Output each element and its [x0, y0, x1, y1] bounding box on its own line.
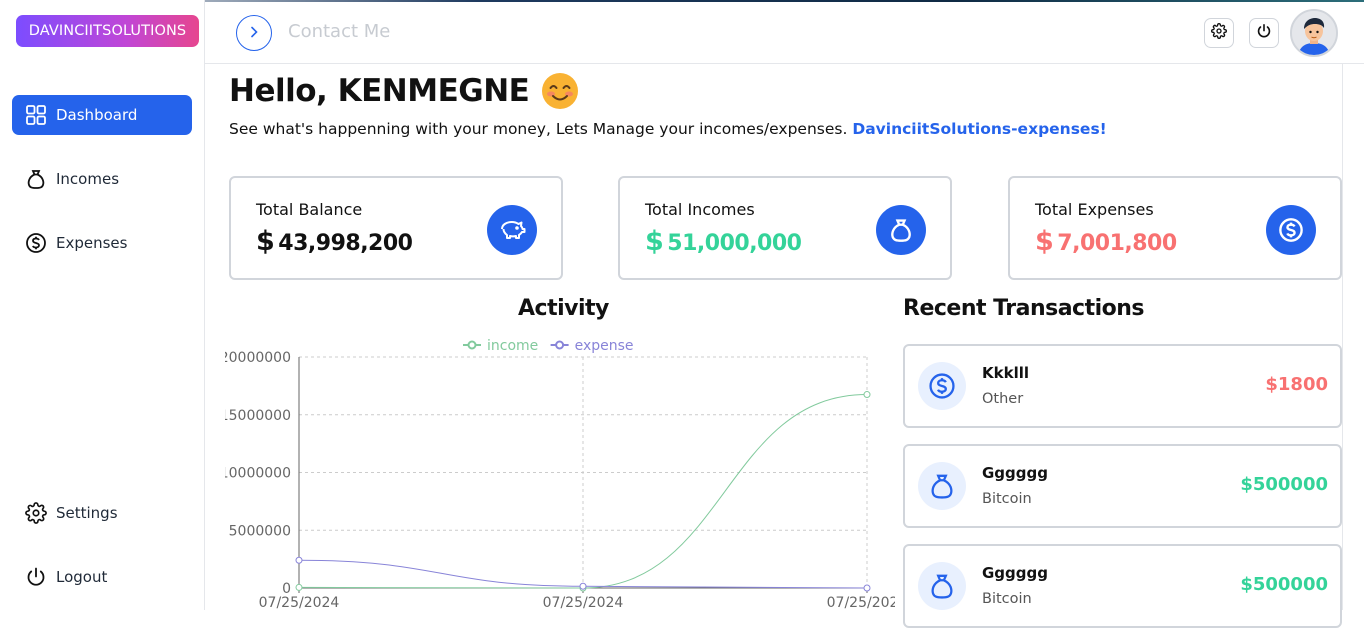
sidebar-item-expenses[interactable]: Expenses	[12, 223, 192, 263]
total-expenses-card: Total Expenses $7,001,800	[1008, 176, 1342, 280]
sidebar-item-label: Dashboard	[56, 106, 138, 124]
y-tick-label: 10000000	[225, 466, 291, 482]
contact-me-link[interactable]: Contact Me	[288, 21, 390, 42]
scrollbar[interactable]	[1342, 64, 1343, 610]
card-label: Total Expenses	[1035, 200, 1154, 219]
data-point-income	[295, 583, 303, 591]
total-balance-card: Total Balance $43,998,200	[229, 176, 563, 280]
dollar-circle-icon	[25, 232, 47, 254]
transaction-item[interactable]: Kkklll Other $1800	[903, 344, 1342, 428]
sidebar-item-settings[interactable]: Settings	[12, 493, 192, 533]
chevron-right-icon	[247, 24, 261, 43]
data-point-expense	[863, 584, 871, 592]
transaction-category: Bitcoin	[982, 591, 1032, 607]
legend-label-income: income	[487, 338, 538, 354]
legend-marker-expense	[555, 340, 565, 350]
x-tick-label: 07/25/2024	[259, 595, 340, 610]
y-tick-label: 5000000	[229, 523, 291, 539]
activity-chart: 0 5000000 10000000 15000000 20000000 07/25/20…	[225, 330, 895, 610]
sidebar-item-label: Expenses	[56, 234, 128, 252]
sidebar-item-label: Incomes	[56, 170, 120, 188]
legend-marker-income	[467, 340, 477, 350]
grid-icon	[25, 104, 47, 126]
page-title: Hello, KENMEGNE	[229, 72, 579, 110]
dollar-circle-icon	[918, 362, 966, 410]
power-icon	[1256, 23, 1272, 43]
smiling-face-icon	[541, 72, 579, 110]
sidebar-item-dashboard[interactable]: Dashboard	[12, 95, 192, 135]
x-tick-label: 07/25/2024	[827, 595, 895, 610]
legend-label-expense: expense	[575, 338, 634, 354]
gear-icon	[25, 502, 47, 524]
sidebar-item-label: Logout	[56, 568, 108, 586]
activity-chart-svg: 0500000010000000150000002000000007/25/20…	[225, 338, 895, 610]
total-incomes-card: Total Incomes $51,000,000	[618, 176, 952, 280]
sidebar-item-label: Settings	[56, 504, 118, 522]
sidebar-toggle-button[interactable]	[236, 15, 272, 51]
avatar[interactable]	[1290, 9, 1338, 57]
power-icon	[25, 566, 47, 588]
sidebar-item-incomes[interactable]: Incomes	[12, 159, 192, 199]
brand-logo[interactable]: DAVINCIITSOLUTIONS	[16, 15, 199, 47]
money-bag-icon	[918, 462, 966, 510]
money-bag-icon	[25, 168, 47, 190]
card-amount: $43,998,200	[256, 226, 413, 257]
brand-link[interactable]: DavinciitSolutions-expenses!	[852, 120, 1106, 138]
transaction-amount: $500000	[1240, 574, 1328, 595]
data-point-income	[863, 391, 871, 399]
money-bag-icon	[876, 205, 926, 255]
sidebar: DAVINCIITSOLUTIONS Dashboard Incomes Exp…	[0, 0, 205, 610]
transaction-name: Gggggg	[982, 564, 1048, 582]
transaction-amount: $1800	[1265, 374, 1328, 395]
power-button[interactable]	[1249, 18, 1279, 48]
transaction-category: Other	[982, 391, 1024, 407]
settings-button[interactable]	[1204, 18, 1234, 48]
gear-icon	[1211, 23, 1227, 43]
y-tick-label: 20000000	[225, 350, 291, 366]
dollar-circle-icon	[1266, 205, 1316, 255]
topbar: Contact Me	[205, 0, 1364, 64]
transaction-category: Bitcoin	[982, 491, 1032, 507]
piggy-bank-icon	[487, 205, 537, 255]
money-bag-icon	[918, 562, 966, 610]
transaction-name: Gggggg	[982, 464, 1048, 482]
sidebar-item-logout[interactable]: Logout	[12, 557, 192, 597]
card-amount: $7,001,800	[1035, 226, 1177, 257]
card-label: Total Balance	[256, 200, 363, 219]
card-label: Total Incomes	[645, 200, 755, 219]
data-point-expense	[579, 582, 587, 590]
card-amount: $51,000,000	[645, 226, 802, 257]
transaction-item[interactable]: Gggggg Bitcoin $500000	[903, 444, 1342, 528]
recent-transactions-title: Recent Transactions	[903, 296, 1145, 321]
activity-title: Activity	[518, 296, 609, 321]
transaction-item[interactable]: Gggggg Bitcoin $500000	[903, 544, 1342, 628]
transaction-amount: $500000	[1240, 474, 1328, 495]
page-subtitle: See what's happenning with your money, L…	[229, 120, 1107, 138]
transaction-name: Kkklll	[982, 364, 1029, 382]
y-tick-label: 15000000	[225, 408, 291, 424]
data-point-expense	[295, 556, 303, 564]
x-tick-label: 07/25/2024	[543, 595, 624, 610]
